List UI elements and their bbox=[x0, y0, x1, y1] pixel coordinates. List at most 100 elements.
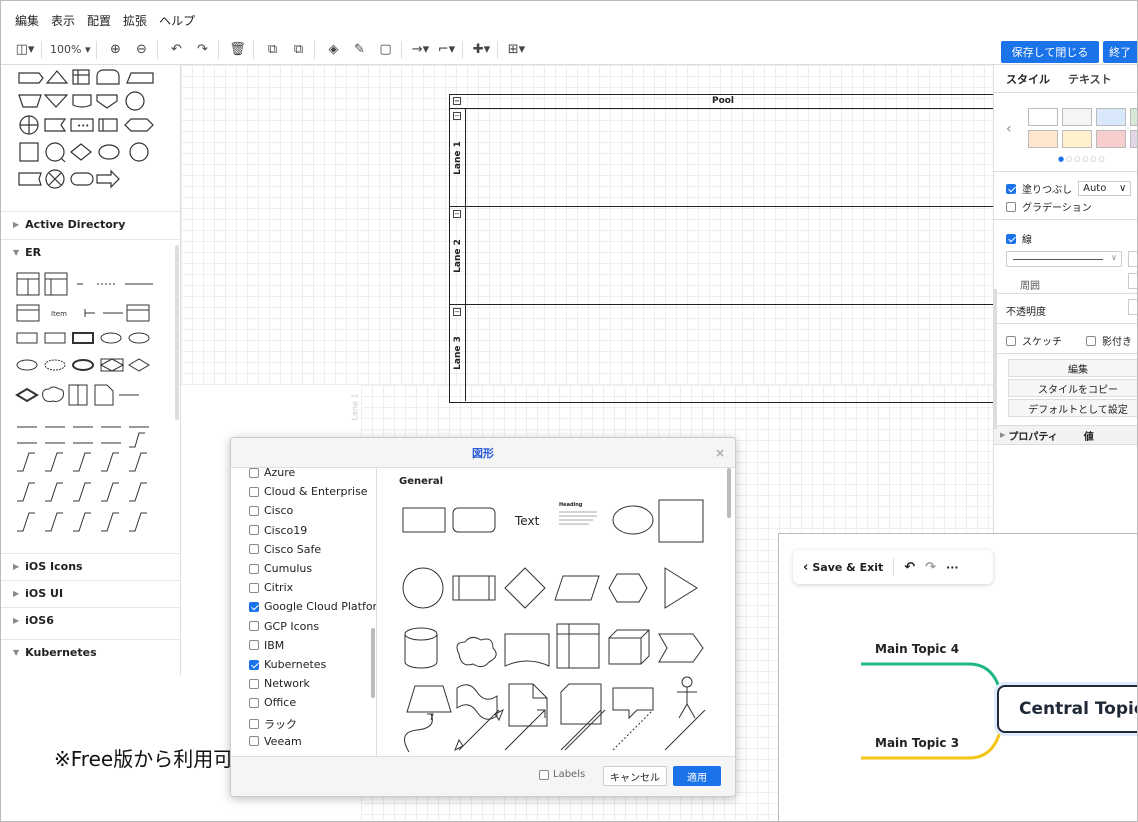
library-item[interactable]: Cisco19 bbox=[249, 524, 307, 537]
apply-button[interactable]: 適用 bbox=[673, 766, 721, 786]
copy-style-button[interactable]: スタイルをコピー bbox=[1008, 379, 1137, 397]
sidebar-section-ios6[interactable]: ▶ iOS6 bbox=[1, 607, 180, 633]
table-icon[interactable]: ⊞▾ bbox=[506, 39, 526, 61]
view-toggle-icon[interactable]: ◫▾ bbox=[15, 39, 35, 61]
line-style-select[interactable]: ∨ bbox=[1006, 251, 1122, 267]
labels-checkbox[interactable] bbox=[539, 769, 549, 780]
menu-help[interactable]: ヘルプ bbox=[159, 12, 195, 29]
opacity-input[interactable] bbox=[1128, 299, 1137, 315]
lane-header[interactable]: − Lane 1 bbox=[450, 109, 466, 206]
preview-scrollbar[interactable] bbox=[727, 468, 731, 518]
undo-icon[interactable]: ↶ bbox=[166, 39, 186, 61]
curve-shapes-grid[interactable] bbox=[15, 449, 167, 549]
sidebar-section-er[interactable]: ▼ ER bbox=[1, 239, 180, 265]
library-checkbox[interactable] bbox=[249, 640, 259, 651]
fill-select[interactable]: Auto ∨ bbox=[1078, 181, 1132, 196]
swatch-blue[interactable] bbox=[1096, 108, 1126, 126]
library-item[interactable]: Network bbox=[249, 677, 310, 690]
library-item[interactable]: Office bbox=[249, 696, 296, 709]
menu-view[interactable]: 表示 bbox=[51, 12, 75, 29]
library-checkbox[interactable] bbox=[249, 718, 259, 729]
zoom-out-icon[interactable]: ⊖ bbox=[131, 39, 151, 61]
shadow-icon[interactable]: ▢ bbox=[375, 39, 395, 61]
er-shapes-grid[interactable]: Item bbox=[15, 269, 167, 449]
to-front-icon[interactable]: ⧉ bbox=[262, 39, 282, 61]
library-item[interactable]: Veeam bbox=[249, 735, 302, 748]
library-list-scrollbar[interactable] bbox=[371, 628, 375, 698]
sidebar-section-active-directory[interactable]: ▶ Active Directory bbox=[1, 211, 180, 237]
lane-2[interactable]: − Lane 2 bbox=[450, 207, 996, 305]
lane-1[interactable]: − Lane 1 bbox=[450, 109, 996, 207]
sidebar-section-ios-ui[interactable]: ▶ iOS UI bbox=[1, 580, 180, 606]
library-checkbox[interactable] bbox=[249, 544, 259, 555]
library-item[interactable]: Azure bbox=[249, 468, 295, 479]
library-item[interactable]: Kubernetes bbox=[249, 658, 326, 671]
swatch-yellow[interactable] bbox=[1062, 130, 1092, 148]
lane-header[interactable]: − Lane 2 bbox=[450, 207, 466, 304]
perimeter-input[interactable] bbox=[1128, 273, 1137, 289]
save-and-close-button[interactable]: 保存して閉じる bbox=[1001, 41, 1099, 63]
swatch-red[interactable] bbox=[1096, 130, 1126, 148]
waypoints-icon[interactable]: ⌐▾ bbox=[436, 39, 456, 61]
sidebar-section-kubernetes[interactable]: ▼ Kubernetes bbox=[1, 639, 180, 665]
sketch-checkbox[interactable] bbox=[1006, 335, 1016, 346]
swatch-orange[interactable] bbox=[1028, 130, 1058, 148]
collapse-icon[interactable]: − bbox=[453, 210, 461, 218]
labels-option[interactable]: Labels bbox=[539, 769, 585, 780]
collapse-icon[interactable]: − bbox=[453, 308, 461, 316]
cancel-button[interactable]: キャンセル bbox=[603, 766, 667, 786]
central-topic[interactable]: Central Topic bbox=[997, 685, 1137, 733]
main-topic-3[interactable]: Main Topic 3 bbox=[875, 736, 959, 750]
pool-header[interactable]: − Pool bbox=[450, 95, 996, 109]
redo-icon[interactable]: ↷ bbox=[192, 39, 212, 61]
library-checkbox[interactable] bbox=[249, 697, 259, 708]
library-item[interactable]: Cisco Safe bbox=[249, 543, 321, 556]
set-default-style-button[interactable]: デフォルトとして設定 bbox=[1008, 399, 1137, 417]
insert-icon[interactable]: ✚▾ bbox=[471, 39, 491, 61]
line-color-icon[interactable]: ✎ bbox=[349, 39, 369, 61]
library-checkbox[interactable] bbox=[249, 736, 259, 747]
gradient-checkbox[interactable] bbox=[1006, 201, 1016, 212]
fill-color-icon[interactable]: ◈ bbox=[323, 39, 343, 61]
collapse-icon[interactable]: − bbox=[453, 97, 461, 105]
library-item[interactable]: IBM bbox=[249, 639, 284, 652]
library-item[interactable]: Citrix bbox=[249, 581, 293, 594]
general-shapes-grid[interactable]: ••• bbox=[17, 67, 167, 203]
library-item[interactable]: ラック bbox=[249, 716, 297, 732]
swatch-gray[interactable] bbox=[1062, 108, 1092, 126]
line-checkbox[interactable] bbox=[1006, 233, 1016, 244]
fill-checkbox[interactable] bbox=[1006, 183, 1016, 194]
swatch-purple[interactable] bbox=[1130, 130, 1137, 148]
library-checkbox[interactable] bbox=[249, 621, 259, 632]
swatch-page-dots[interactable]: ●○○○○○ bbox=[1058, 155, 1107, 163]
library-checkbox[interactable] bbox=[249, 659, 259, 670]
menu-arrange[interactable]: 配置 bbox=[87, 12, 111, 29]
connection-icon[interactable]: →▾ bbox=[410, 39, 430, 61]
zoom-in-icon[interactable]: ⊕ bbox=[105, 39, 125, 61]
line-width-input[interactable] bbox=[1128, 251, 1137, 267]
menu-extras[interactable]: 拡張 bbox=[123, 12, 147, 29]
library-checkbox[interactable] bbox=[249, 486, 259, 497]
edit-style-button[interactable]: 編集 bbox=[1008, 359, 1137, 377]
exit-button[interactable]: 終了 bbox=[1103, 41, 1137, 63]
swimlane-pool[interactable]: − Pool − Lane 1 − Lane 2 − Lane 3 bbox=[449, 94, 997, 403]
main-topic-4[interactable]: Main Topic 4 bbox=[875, 642, 959, 656]
lane-header[interactable]: − Lane 3 bbox=[450, 305, 466, 401]
collapse-icon[interactable]: − bbox=[453, 112, 461, 120]
swatch-green[interactable] bbox=[1130, 108, 1137, 126]
lane-3[interactable]: − Lane 3 bbox=[450, 305, 996, 401]
close-icon[interactable]: × bbox=[715, 446, 725, 460]
properties-header[interactable]: ▶ プロパティ 値 bbox=[994, 425, 1137, 445]
shadow-checkbox[interactable] bbox=[1086, 335, 1096, 346]
tab-text[interactable]: テキスト bbox=[1068, 71, 1112, 87]
library-item[interactable]: Cumulus bbox=[249, 562, 312, 575]
library-item[interactable]: Google Cloud Platform bbox=[249, 600, 376, 613]
library-item[interactable]: Cisco bbox=[249, 504, 293, 517]
sidebar-section-ios-icons[interactable]: ▶ iOS Icons bbox=[1, 553, 180, 579]
zoom-select[interactable]: 100% ▾ bbox=[50, 39, 90, 61]
tab-style[interactable]: スタイル bbox=[1006, 71, 1050, 87]
library-checkbox[interactable] bbox=[249, 678, 259, 689]
menu-edit[interactable]: 編集 bbox=[15, 12, 39, 29]
library-item[interactable]: Cloud & Enterprise bbox=[249, 485, 368, 498]
chevron-left-icon[interactable]: ‹ bbox=[1006, 121, 1012, 137]
